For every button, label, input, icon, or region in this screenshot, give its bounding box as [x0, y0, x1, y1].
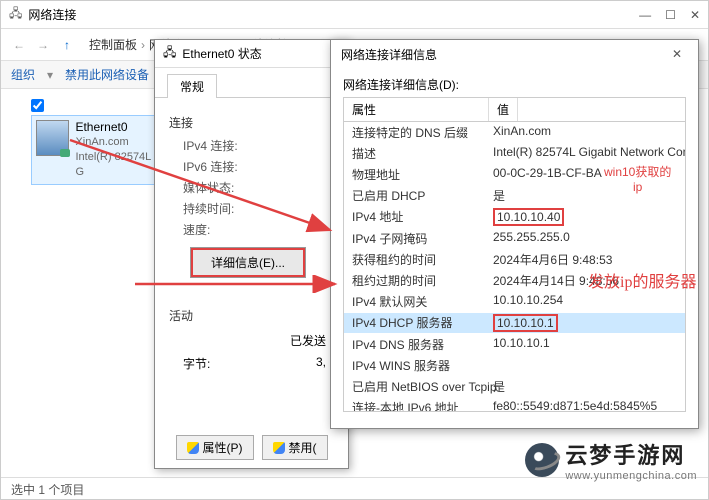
table-row[interactable]: IPv4 子网掩码255.255.255.0 — [344, 228, 685, 249]
watermark-logo — [525, 443, 559, 477]
ethernet-status-dialog: 🖧 Ethernet0 状态 常规 连接 IPv4 连接: IPv6 连接: 媒… — [154, 39, 349, 469]
highlight-box: 10.10.10.1 — [493, 314, 558, 332]
up-button[interactable]: ↑ — [55, 33, 79, 57]
shield-icon — [273, 442, 285, 454]
statusbar-text: 选中 1 个项目 — [11, 483, 84, 497]
property-cell: IPv4 默认网关 — [344, 292, 489, 311]
property-cell: IPv4 DHCP 服务器 — [344, 313, 489, 333]
table-row[interactable]: 获得租约的时间2024年4月6日 9:48:53 — [344, 249, 685, 270]
value-cell: 255.255.255.0 — [489, 229, 685, 248]
property-cell: 租约过期的时间 — [344, 271, 489, 290]
adapter-domain: XinAn.com — [75, 135, 156, 150]
network-icon: 🖧 — [9, 4, 22, 25]
sent-label: 已发送 — [290, 332, 326, 349]
stat-label: 媒体状态: — [183, 179, 234, 196]
main-titlebar: 🖧 网络连接 — ☐ ✕ — [1, 1, 708, 29]
back-button[interactable]: ← — [7, 33, 31, 57]
value-cell: 2024年4月6日 9:48:53 — [489, 250, 685, 269]
adapter-info: Ethernet0 XinAn.com Intel(R) 82574L G — [75, 120, 156, 180]
property-cell: 描述 — [344, 144, 489, 163]
value-cell: 是 — [489, 186, 685, 205]
details-table-body: 连接特定的 DNS 后缀XinAn.com描述Intel(R) 82574L G… — [343, 122, 686, 412]
value-cell: fe80::5549:d871:5e4d:5845%5 — [489, 398, 685, 412]
col-value: 值 — [489, 98, 518, 121]
network-status-icon: 🖧 — [163, 43, 176, 64]
watermark-url: www.yunmengchina.com — [565, 470, 697, 482]
watermark: 云梦手游网 www.yunmengchina.com — [525, 438, 697, 482]
minimize-button[interactable]: — — [639, 8, 651, 22]
table-row[interactable]: 已启用 DHCP是 — [344, 185, 685, 206]
shield-icon — [187, 442, 199, 454]
table-row[interactable]: IPv4 DNS 服务器10.10.10.1 — [344, 334, 685, 355]
window-title: 网络连接 — [28, 6, 76, 23]
chevron-down-icon: ▾ — [47, 68, 53, 82]
maximize-button[interactable]: ☐ — [665, 8, 676, 22]
tab-general[interactable]: 常规 — [167, 74, 217, 98]
breadcrumb-item[interactable]: 控制面板 — [89, 36, 137, 53]
stat-label: IPv6 连接: — [183, 158, 238, 175]
details-button[interactable]: 详细信息(E)... — [191, 248, 305, 277]
bytes-sent-value: 3, — [316, 355, 326, 372]
value-cell: 2024年4月14日 9:48:56 — [489, 271, 685, 290]
value-cell: 10.10.10.254 — [489, 292, 685, 311]
table-row[interactable]: IPv4 地址10.10.10.40 — [344, 206, 685, 228]
table-row[interactable]: 物理地址00-0C-29-1B-CF-BA — [344, 164, 685, 185]
stat-label: 速度: — [183, 221, 210, 238]
value-cell — [489, 356, 685, 375]
adapter-checkbox[interactable] — [31, 99, 44, 112]
value-cell: Intel(R) 82574L Gigabit Network Connecti… — [489, 144, 685, 163]
details-dialog-title: 网络连接详细信息 ✕ — [331, 40, 698, 68]
property-cell: 已启用 NetBIOS over Tcpip — [344, 377, 489, 396]
watermark-name: 云梦手游网 — [565, 438, 697, 470]
value-cell: 10.10.10.40 — [489, 207, 685, 227]
close-button[interactable]: ✕ — [666, 47, 688, 61]
property-cell: 获得租约的时间 — [344, 250, 489, 269]
disable-device-cmd[interactable]: 禁用此网络设备 — [65, 66, 149, 83]
organize-menu[interactable]: 组织 — [11, 66, 35, 83]
value-cell: 10.10.10.1 — [489, 335, 685, 354]
stat-label: 持续时间: — [183, 200, 234, 217]
table-row[interactable]: 已启用 NetBIOS over Tcpip是 — [344, 376, 685, 397]
value-cell: XinAn.com — [489, 123, 685, 142]
property-cell: 连接-本地 IPv6 地址 — [344, 398, 489, 412]
table-row[interactable]: 连接-本地 IPv6 地址fe80::5549:d871:5e4d:5845%5 — [344, 397, 685, 412]
status-dialog-title: 🖧 Ethernet0 状态 — [155, 40, 348, 68]
connection-details-dialog: 网络连接详细信息 ✕ 网络连接详细信息(D): 属性 值 连接特定的 DNS 后… — [330, 39, 699, 429]
property-cell: 已启用 DHCP — [344, 186, 489, 205]
property-cell: IPv4 子网掩码 — [344, 229, 489, 248]
table-row[interactable]: 租约过期的时间2024年4月14日 9:48:56 — [344, 270, 685, 291]
stat-label: IPv4 连接: — [183, 137, 238, 154]
table-row[interactable]: IPv4 DHCP 服务器10.10.10.1 — [344, 312, 685, 334]
details-list-label: 网络连接详细信息(D): — [343, 76, 686, 93]
adapter-name: Ethernet0 — [75, 120, 156, 135]
table-row[interactable]: IPv4 WINS 服务器 — [344, 355, 685, 376]
value-cell: 00-0C-29-1B-CF-BA — [489, 165, 685, 184]
value-cell: 10.10.10.1 — [489, 313, 685, 333]
forward-button[interactable]: → — [31, 33, 55, 57]
property-cell: IPv4 WINS 服务器 — [344, 356, 489, 375]
close-button[interactable]: ✕ — [690, 8, 700, 22]
table-row[interactable]: 描述Intel(R) 82574L Gigabit Network Connec… — [344, 143, 685, 164]
table-row[interactable]: 连接特定的 DNS 后缀XinAn.com — [344, 122, 685, 143]
table-row[interactable]: IPv4 默认网关10.10.10.254 — [344, 291, 685, 312]
window-controls: — ☐ ✕ — [639, 8, 700, 22]
property-cell: IPv4 DNS 服务器 — [344, 335, 489, 354]
chevron-right-icon: › — [141, 38, 145, 52]
group-connection: 连接 — [169, 114, 334, 131]
property-cell: 连接特定的 DNS 后缀 — [344, 123, 489, 142]
value-cell: 是 — [489, 377, 685, 396]
property-cell: 物理地址 — [344, 165, 489, 184]
property-cell: IPv4 地址 — [344, 207, 489, 227]
bytes-label: 字节: — [183, 355, 210, 372]
adapter-icon — [36, 120, 69, 156]
highlight-box: 10.10.10.40 — [493, 208, 564, 226]
adapter-item-ethernet0[interactable]: Ethernet0 XinAn.com Intel(R) 82574L G — [31, 115, 161, 185]
group-activity: 活动 — [169, 307, 334, 324]
adapter-device: Intel(R) 82574L G — [75, 150, 156, 180]
table-header: 属性 值 — [343, 97, 686, 122]
tab-panel-general: 连接 IPv4 连接: IPv6 连接: 媒体状态: 持续时间: 速度: 详细信… — [155, 97, 348, 447]
disable-button[interactable]: 禁用( — [262, 435, 328, 460]
col-property: 属性 — [344, 98, 489, 121]
properties-button[interactable]: 属性(P) — [176, 435, 254, 460]
